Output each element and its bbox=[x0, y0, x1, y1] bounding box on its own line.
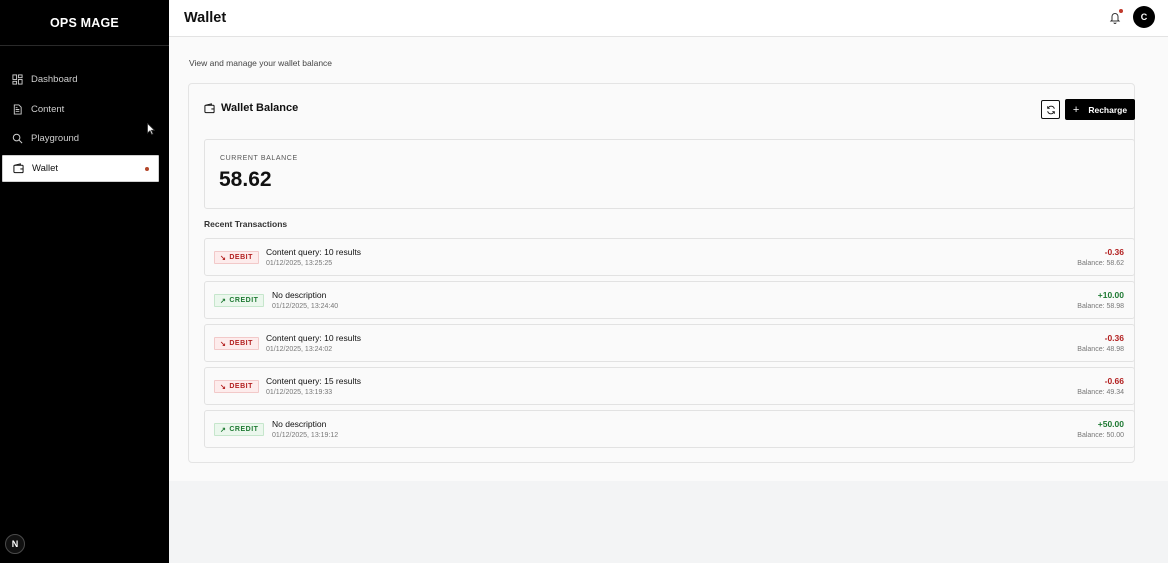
transaction-time: 01/12/2025, 13:25:25 bbox=[266, 260, 333, 267]
transaction-balance: Balance: 58.62 bbox=[1077, 260, 1124, 267]
transaction-row[interactable]: ↘ DEBIT Content query: 15 results 01/12/2… bbox=[204, 367, 1135, 405]
arrow-up-right-icon: ↗ bbox=[220, 297, 227, 305]
dashboard-icon bbox=[12, 74, 23, 85]
nextjs-badge[interactable]: N bbox=[5, 534, 25, 554]
mouse-cursor-icon bbox=[147, 123, 155, 135]
sidebar-item-label: Playground bbox=[31, 133, 80, 144]
arrow-down-right-icon: ↘ bbox=[220, 383, 227, 391]
sidebar-nav: Dashboard Content Playground Wallet bbox=[0, 46, 169, 182]
recent-transactions-title: Recent Transactions bbox=[204, 219, 288, 229]
card-title-text: Wallet Balance bbox=[221, 102, 299, 114]
page-subtitle: View and manage your wallet balance bbox=[189, 58, 333, 68]
debit-badge: ↘ DEBIT bbox=[214, 380, 259, 393]
transaction-balance: Balance: 58.98 bbox=[1077, 303, 1124, 310]
balance-label: CURRENT BALANCE bbox=[220, 155, 298, 162]
card-title: Wallet Balance bbox=[204, 102, 298, 114]
document-icon bbox=[12, 103, 23, 115]
transaction-amount: -0.36 bbox=[1104, 333, 1124, 343]
transaction-description: Content query: 15 results bbox=[266, 376, 361, 386]
main-content: View and manage your wallet balance Wall… bbox=[169, 37, 1168, 563]
active-indicator-dot bbox=[145, 166, 149, 171]
page-footer-area bbox=[169, 481, 1168, 563]
arrow-up-right-icon: ↗ bbox=[220, 426, 227, 434]
current-balance-panel: CURRENT BALANCE 58.62 bbox=[204, 139, 1135, 209]
refresh-icon bbox=[1046, 105, 1055, 114]
transaction-time: 01/12/2025, 13:24:40 bbox=[272, 303, 339, 310]
bell-icon[interactable] bbox=[1109, 11, 1121, 24]
recharge-label: Recharge bbox=[1088, 104, 1128, 115]
credit-badge: ↗ CREDIT bbox=[214, 423, 265, 436]
transaction-amount: -0.66 bbox=[1104, 376, 1124, 386]
transaction-description: Content query: 10 results bbox=[266, 247, 361, 257]
transaction-time: 01/12/2025, 13:19:12 bbox=[272, 432, 339, 439]
transaction-time: 01/12/2025, 13:24:02 bbox=[266, 346, 333, 353]
transaction-balance: Balance: 50.00 bbox=[1077, 432, 1124, 439]
sidebar-item-content[interactable]: Content bbox=[2, 96, 159, 123]
transaction-description: No description bbox=[272, 290, 327, 300]
plus-icon: + bbox=[1072, 103, 1080, 116]
transaction-row[interactable]: ↗ CREDIT No description 01/12/2025, 13:24… bbox=[204, 281, 1135, 319]
transaction-description: Content query: 10 results bbox=[266, 333, 361, 343]
transaction-amount: -0.36 bbox=[1104, 247, 1124, 257]
transaction-amount: +10.00 bbox=[1097, 290, 1124, 300]
transaction-list: ↘ DEBIT Content query: 10 results 01/12/2… bbox=[204, 238, 1135, 453]
notification-dot bbox=[1119, 9, 1123, 13]
arrow-down-right-icon: ↘ bbox=[220, 254, 227, 262]
transaction-description: No description bbox=[272, 419, 327, 429]
transaction-row[interactable]: ↘ DEBIT Content query: 10 results 01/12/2… bbox=[204, 324, 1135, 362]
balance-value: 58.62 bbox=[219, 168, 272, 191]
transaction-balance: Balance: 49.34 bbox=[1077, 389, 1124, 396]
sidebar-item-label: Content bbox=[31, 103, 65, 115]
transaction-time: 01/12/2025, 13:19:33 bbox=[266, 389, 333, 396]
transaction-row[interactable]: ↘ DEBIT Content query: 10 results 01/12/2… bbox=[204, 238, 1135, 276]
wallet-icon bbox=[13, 162, 24, 174]
transaction-amount: +50.00 bbox=[1097, 419, 1124, 429]
brand-logo[interactable]: OPS MAGE bbox=[0, 0, 169, 46]
debit-badge: ↘ DEBIT bbox=[214, 251, 259, 264]
sidebar-item-playground[interactable]: Playground bbox=[2, 125, 159, 152]
page-title: Wallet bbox=[184, 10, 227, 26]
arrow-down-right-icon: ↘ bbox=[220, 340, 227, 348]
sidebar: OPS MAGE Dashboard Content Playground Wa… bbox=[0, 0, 169, 563]
search-icon bbox=[12, 133, 23, 144]
transaction-row[interactable]: ↗ CREDIT No description 01/12/2025, 13:19… bbox=[204, 410, 1135, 448]
avatar[interactable]: C bbox=[1133, 6, 1155, 28]
sidebar-item-label: Dashboard bbox=[31, 74, 78, 85]
wallet-balance-card: Wallet Balance + Recharge CURRENT BALANC… bbox=[188, 83, 1135, 463]
recharge-button[interactable]: + Recharge bbox=[1065, 99, 1135, 120]
sidebar-item-wallet[interactable]: Wallet bbox=[2, 154, 159, 182]
top-header: Wallet C bbox=[169, 0, 1168, 37]
sidebar-item-label: Wallet bbox=[32, 162, 59, 174]
sidebar-item-dashboard[interactable]: Dashboard bbox=[2, 66, 159, 93]
transaction-balance: Balance: 48.98 bbox=[1077, 346, 1124, 353]
debit-badge: ↘ DEBIT bbox=[214, 337, 259, 350]
credit-badge: ↗ CREDIT bbox=[214, 294, 265, 307]
wallet-icon bbox=[204, 102, 215, 114]
refresh-button[interactable] bbox=[1041, 100, 1060, 119]
